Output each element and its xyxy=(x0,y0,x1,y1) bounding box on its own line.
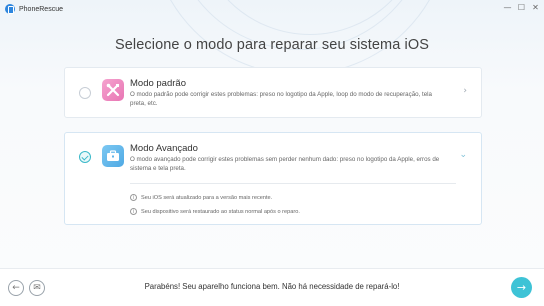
advanced-mode-description: O modo avançado pode corrigir estes prob… xyxy=(130,156,440,172)
checkmark-icon xyxy=(81,153,89,161)
info-note: i Seu dispositivo será restaurado ao sta… xyxy=(130,208,300,215)
close-button[interactable]: ✕ xyxy=(531,2,540,14)
bottom-bar: ← ✉ Parabéns! Seu aparelho funciona bem.… xyxy=(0,268,544,306)
app-title: PhoneRescue xyxy=(19,5,63,13)
info-icon: i xyxy=(130,208,137,215)
phonerescue-logo-icon xyxy=(5,4,15,14)
chevron-down-icon[interactable]: ⌄ xyxy=(459,150,467,160)
tools-icon xyxy=(102,79,124,101)
maximize-button[interactable]: ☐ xyxy=(517,2,526,14)
page-title: Selecione o modo para reparar seu sistem… xyxy=(115,37,429,53)
minimize-button[interactable]: — xyxy=(503,2,512,14)
advanced-mode-card[interactable]: Modo Avançado O modo avançado pode corri… xyxy=(64,132,482,225)
advanced-mode-title: Modo Avançado xyxy=(130,143,198,154)
info-note: i Seu iOS será atualizado para a versão … xyxy=(130,194,272,201)
status-message: Parabéns! Seu aparelho funciona bem. Não… xyxy=(144,282,400,291)
title-bar: PhoneRescue — ☐ ✕ xyxy=(0,0,544,18)
toolbox-icon xyxy=(102,145,124,167)
standard-mode-card[interactable]: Modo padrão O modo padrão pode corrigir … xyxy=(64,67,482,118)
app-window: PhoneRescue — ☐ ✕ Selecione o modo para … xyxy=(0,0,544,306)
info-note-text: Seu dispositivo será restaurado ao statu… xyxy=(141,208,300,215)
window-controls: — ☐ ✕ xyxy=(503,2,540,14)
divider xyxy=(130,183,456,184)
advanced-mode-radio[interactable] xyxy=(79,151,91,163)
standard-mode-description: O modo padrão pode corrigir estes proble… xyxy=(130,91,433,107)
standard-mode-radio[interactable] xyxy=(79,87,91,99)
next-button[interactable]: → xyxy=(511,277,532,298)
chevron-right-icon[interactable]: › xyxy=(463,86,467,96)
standard-mode-title: Modo padrão xyxy=(130,78,186,89)
info-note-text: Seu iOS será atualizado para a versão ma… xyxy=(141,194,273,201)
info-icon: i xyxy=(130,194,137,201)
